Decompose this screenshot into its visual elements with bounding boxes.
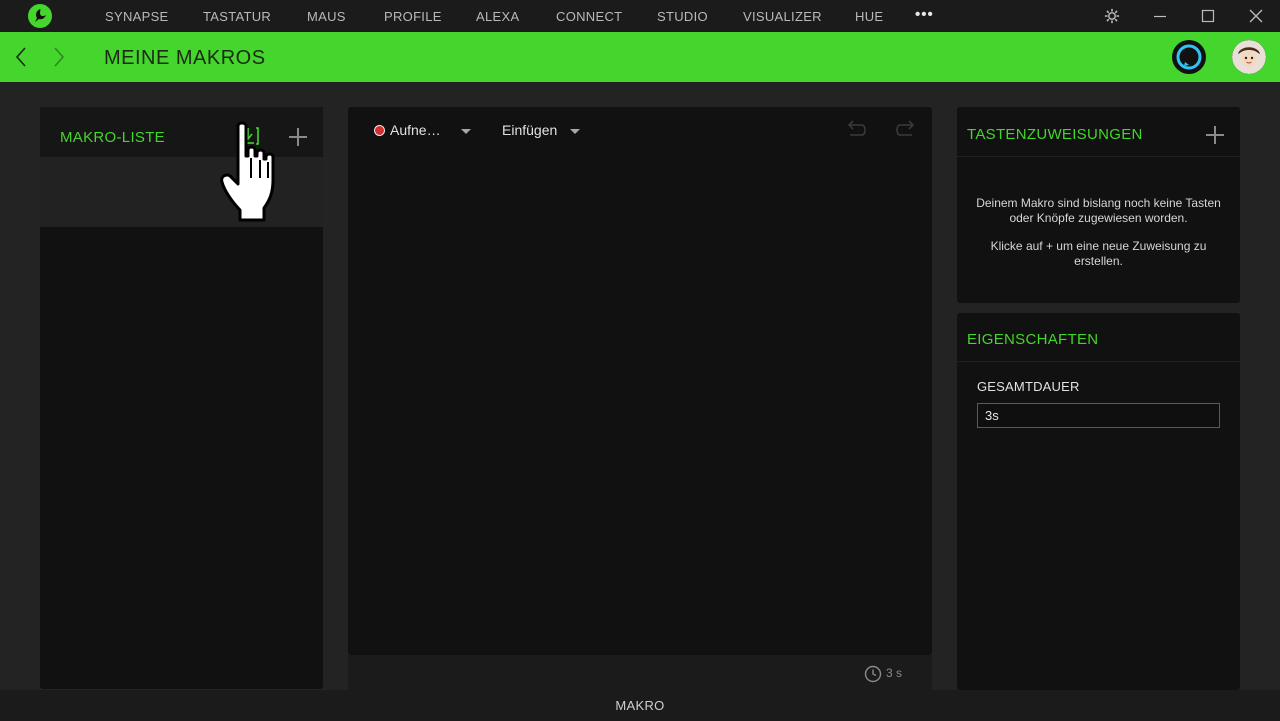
clock-icon <box>864 665 882 688</box>
nav-visualizer[interactable]: VISUALIZER <box>743 9 822 24</box>
nav-profile[interactable]: PROFILE <box>384 9 442 24</box>
record-dot-icon <box>374 125 385 136</box>
properties-panel: EIGENSCHAFTEN GESAMTDAUER <box>957 313 1240 690</box>
avatar[interactable] <box>1232 40 1266 74</box>
total-duration-field[interactable] <box>977 403 1220 428</box>
no-assignments-message: Deinem Makro sind bislang noch keine Tas… <box>976 196 1221 225</box>
maximize-icon[interactable] <box>1200 8 1216 24</box>
page-header: MEINE MAKROS <box>0 32 1280 82</box>
page-title: MEINE MAKROS <box>104 47 266 69</box>
macro-editor-panel: Aufne… Einfügen <box>348 107 932 655</box>
back-arrow-icon[interactable] <box>14 46 28 73</box>
add-assignment-icon[interactable] <box>1205 125 1225 145</box>
macro-list-title: MAKRO-LISTE <box>60 129 165 146</box>
nav-studio[interactable]: STUDIO <box>657 9 708 24</box>
razer-logo-icon[interactable] <box>28 4 52 28</box>
nav-alexa[interactable]: ALEXA <box>476 9 519 24</box>
insert-button[interactable]: Einfügen <box>502 122 557 138</box>
key-assignments-title: TASTENZUWEISUNGEN <box>967 126 1143 143</box>
divider <box>957 361 1240 362</box>
title-bar: SYNAPSE TASTATUR MAUS PROFILE ALEXA CONN… <box>0 0 1280 32</box>
forward-arrow-icon[interactable] <box>52 46 66 73</box>
settings-icon[interactable] <box>1104 8 1120 24</box>
properties-title: EIGENSCHAFTEN <box>967 331 1099 348</box>
insert-dropdown-caret-icon[interactable] <box>570 129 580 134</box>
nav-synapse[interactable]: SYNAPSE <box>105 9 169 24</box>
alexa-icon[interactable] <box>1172 40 1206 74</box>
add-assignment-hint: Klicke auf + um eine neue Zuweisung zu e… <box>990 239 1207 268</box>
undo-icon[interactable] <box>844 117 868 144</box>
editor-duration: 3 s <box>886 666 903 680</box>
bottom-bar: MAKRO <box>0 690 1280 721</box>
close-icon[interactable] <box>1248 8 1264 24</box>
redo-icon[interactable] <box>894 117 918 144</box>
total-duration-label: GESAMTDAUER <box>977 379 1080 394</box>
hand-cursor-icon <box>220 120 292 233</box>
bottom-tab-makro[interactable]: MAKRO <box>0 698 1280 713</box>
record-button[interactable]: Aufne… <box>390 122 441 138</box>
nav-connect[interactable]: CONNECT <box>556 9 622 24</box>
nav-hue[interactable]: HUE <box>855 9 883 24</box>
key-assignments-panel: TASTENZUWEISUNGEN Deinem Makro sind bisl… <box>957 107 1240 303</box>
nav-maus[interactable]: MAUS <box>307 9 346 24</box>
editor-footer: 3 s <box>348 655 932 690</box>
divider <box>957 156 1240 157</box>
more-menu-button[interactable]: ••• <box>915 7 934 22</box>
nav-tastatur[interactable]: TASTATUR <box>203 9 271 24</box>
minimize-icon[interactable] <box>1152 8 1168 24</box>
record-dropdown-caret-icon[interactable] <box>461 129 471 134</box>
